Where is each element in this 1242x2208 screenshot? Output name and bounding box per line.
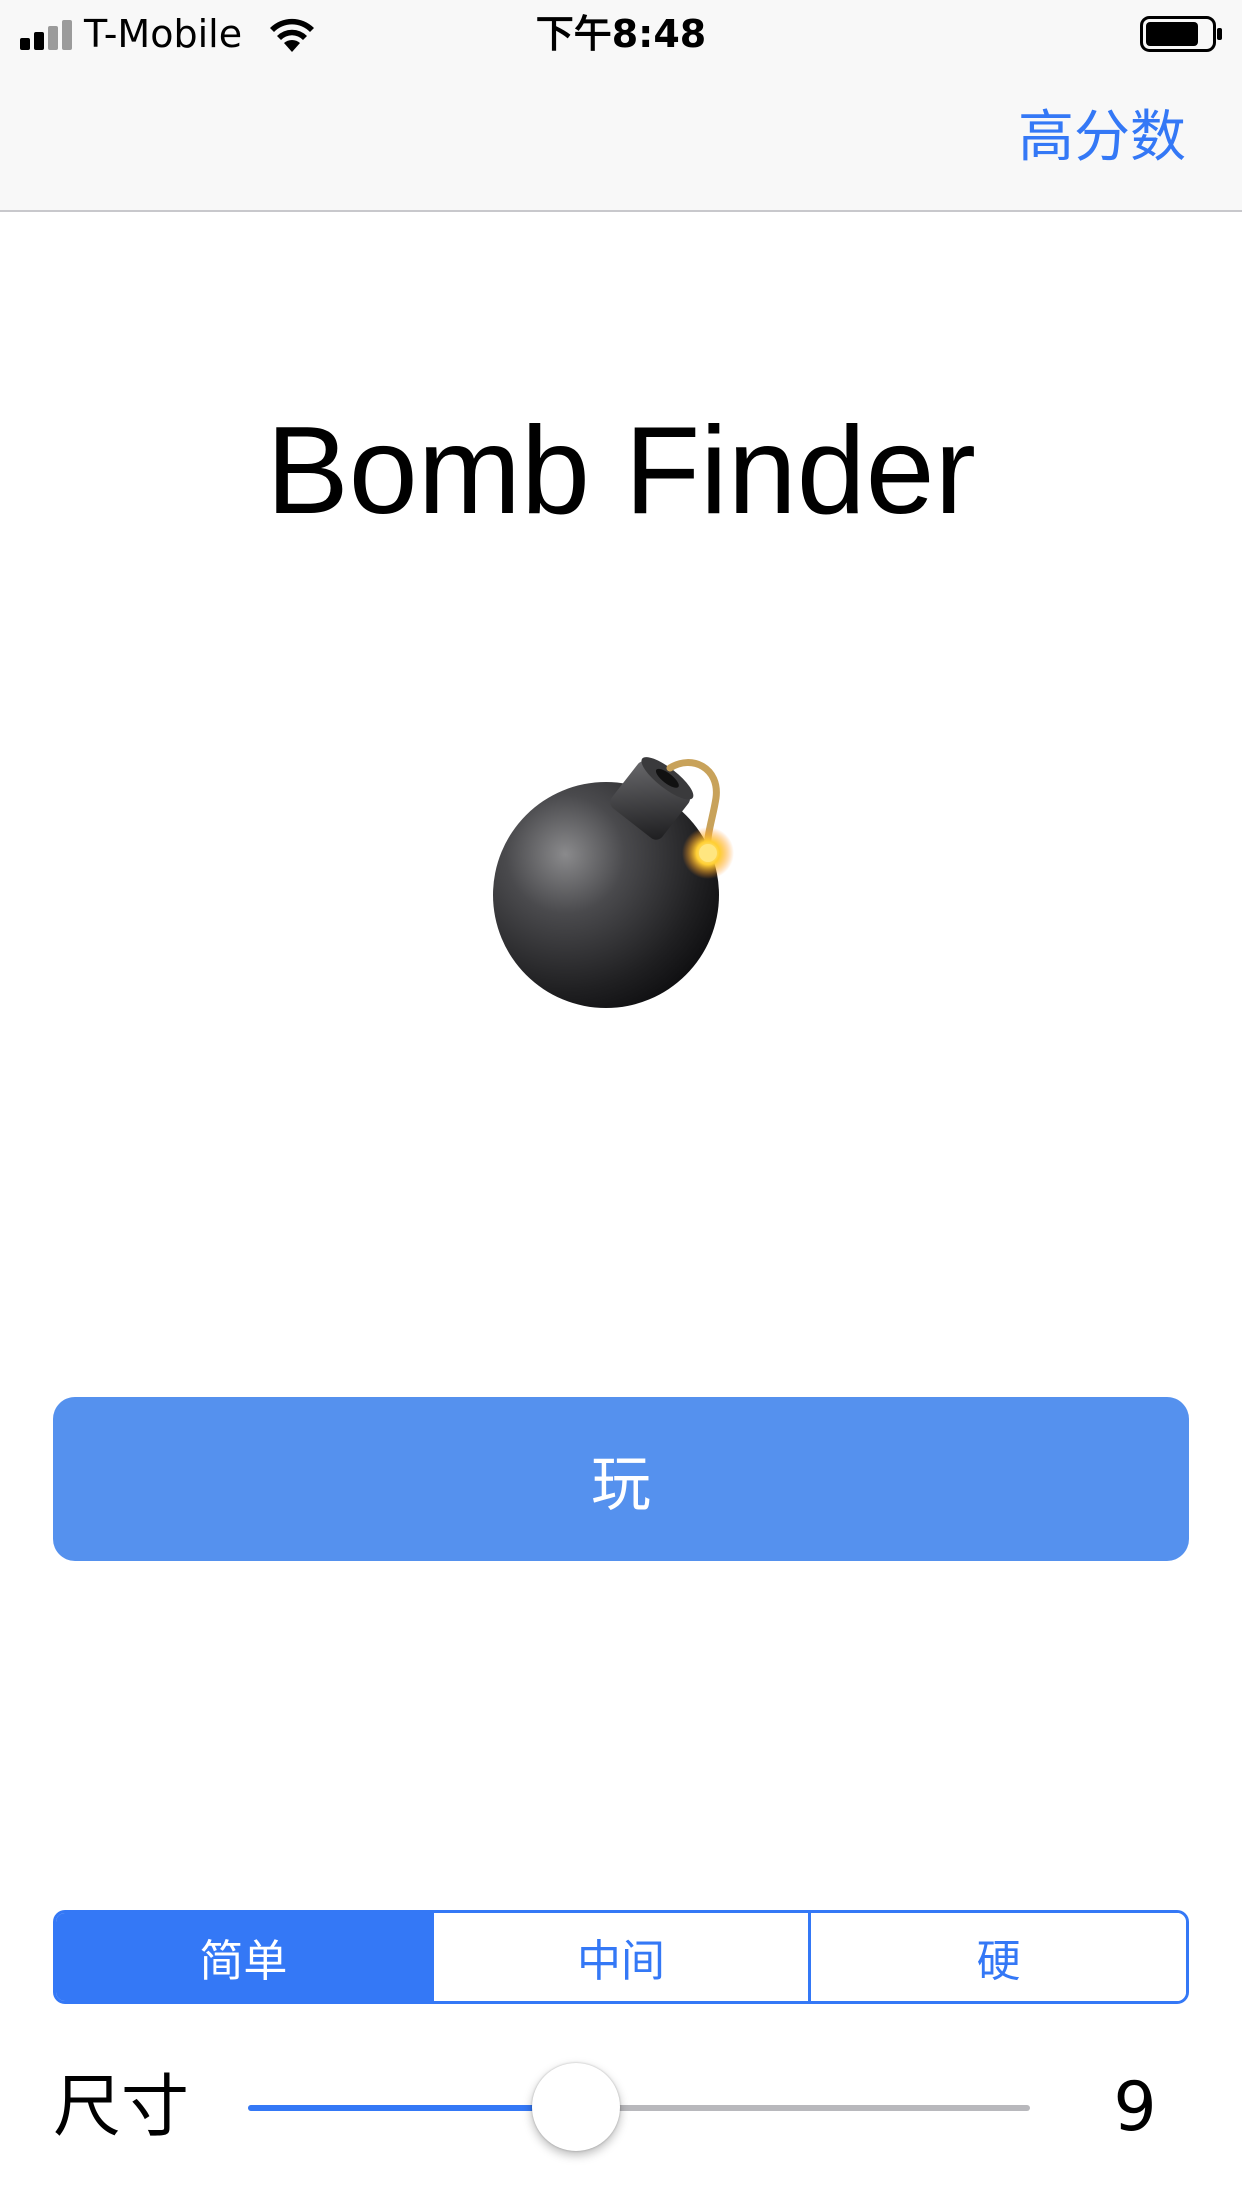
slider-fill [248,2105,576,2111]
difficulty-hard-segment[interactable]: 硬 [808,1913,1186,2001]
high-score-button[interactable]: 高分数 [1018,102,1186,174]
difficulty-medium-segment[interactable]: 中间 [430,1913,809,2001]
size-slider[interactable] [248,2063,1030,2151]
difficulty-segmented-control: 简单 中间 硬 [53,1910,1189,2004]
difficulty-easy-segment[interactable]: 简单 [56,1913,431,2001]
slider-thumb[interactable] [532,2063,620,2151]
play-button[interactable]: 玩 [53,1397,1189,1561]
size-label: 尺寸 [53,2068,190,2147]
navigation-bar: T-Mobile 下午8:48 高分数 [0,0,1242,212]
size-value: 9 [1113,2068,1157,2147]
bomb-icon [493,757,734,1008]
status-time: 下午8:48 [535,12,707,56]
app-title: Bomb Finder [266,402,976,540]
status-bar: T-Mobile 下午8:48 [0,0,1242,66]
battery-icon [1140,16,1222,52]
